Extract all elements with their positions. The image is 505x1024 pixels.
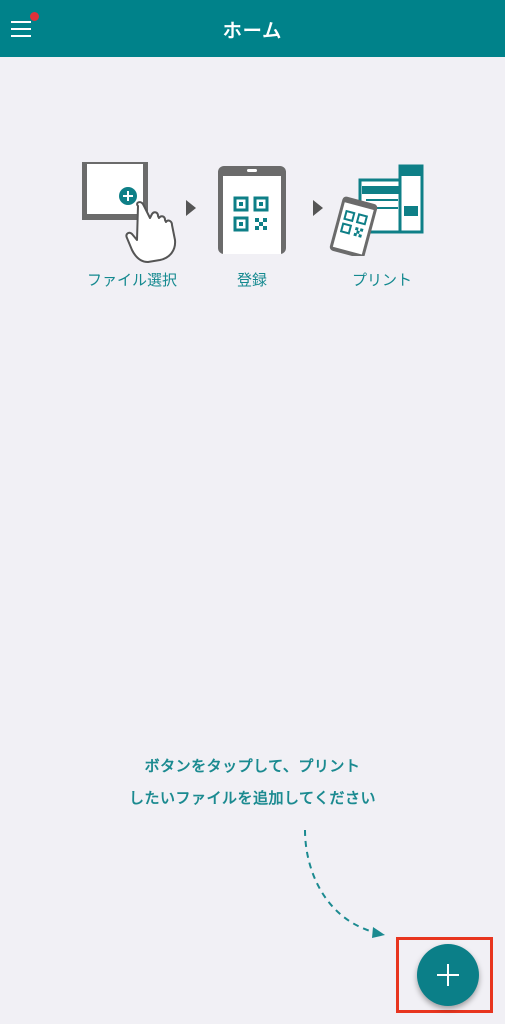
instruction-text: ボタンをタップして、プリント したいファイルを追加してください [0,750,505,814]
add-file-button[interactable] [417,944,479,1006]
step-label-register: 登録 [237,271,268,289]
instruction-line-2: したいファイルを追加してください [128,789,377,807]
phone-qr-icon [218,166,286,254]
step-label-print: プリント [352,271,413,289]
arrow-right-icon [313,200,323,216]
instruction-line-1: ボタンをタップして、プリント [144,757,361,775]
page-title: ホーム [222,20,283,42]
arrow-right-icon [186,200,196,216]
app-header: ホーム [0,0,505,57]
plus-icon [437,964,459,986]
tablet-tap-icon [82,162,177,263]
dashed-arrow-icon [304,829,385,938]
step-label-select-file: ファイル選択 [87,271,178,289]
printer-phone-icon [329,164,424,256]
workflow-steps: ファイル選択 登録 プリント [0,160,505,300]
